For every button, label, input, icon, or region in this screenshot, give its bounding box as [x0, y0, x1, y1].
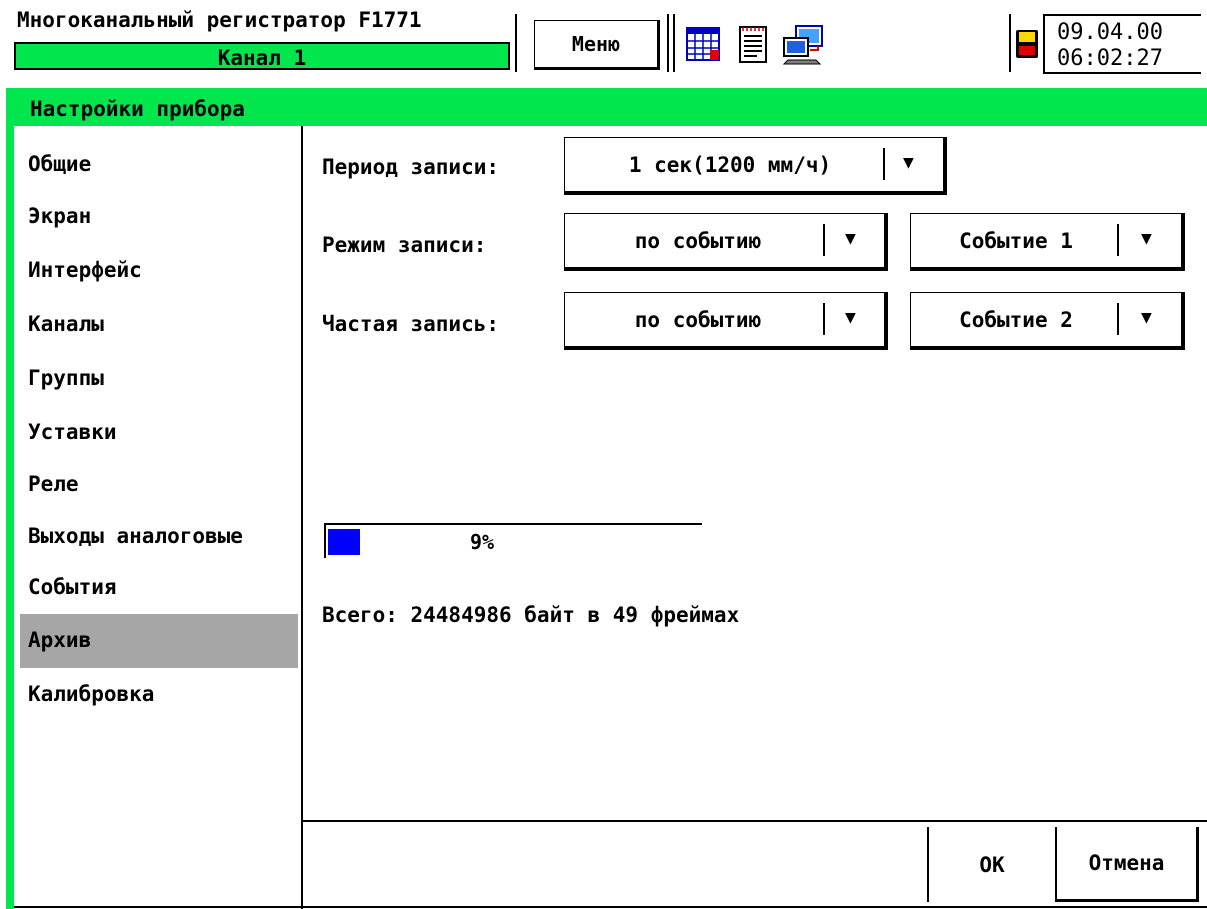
- header-divider: [673, 14, 675, 72]
- window-bottom-border: [14, 906, 1207, 908]
- dropdown-separator: [883, 148, 885, 180]
- sidebar-divider: [301, 126, 303, 909]
- record-mode-event-dropdown[interactable]: Событие 1 ▼: [910, 213, 1185, 271]
- record-mode-value: по событию: [634, 229, 762, 253]
- sidebar-item-label: Каналы: [28, 312, 104, 336]
- datetime-display: 09.04.00 06:02:27: [1043, 14, 1201, 74]
- sidebar-item-label: Общие: [28, 152, 92, 176]
- table-grid-icon[interactable]: [683, 22, 723, 66]
- header-divider: [667, 14, 669, 72]
- progress-bar-edge: [324, 523, 326, 558]
- settings-header: Настройки прибора: [6, 92, 1207, 126]
- app-title: Многоканальный регистратор F1771: [17, 8, 422, 32]
- network-transfer-icon[interactable]: [782, 22, 826, 66]
- channel-indicator: Канал 1: [14, 42, 510, 70]
- dropdown-separator: [823, 224, 825, 256]
- sidebar-item-screen[interactable]: Экран: [20, 192, 298, 244]
- record-period-value: 1 сек(1200 мм/ч): [628, 153, 832, 177]
- footer-divider: [301, 820, 1207, 822]
- sidebar-item-relays[interactable]: Реле: [20, 460, 298, 512]
- sidebar-item-interface[interactable]: Интерфейс: [20, 246, 298, 298]
- floppy-disk-icon: [1014, 22, 1040, 66]
- progress-bar-fill: [328, 529, 360, 555]
- menu-button[interactable]: Меню: [534, 20, 660, 70]
- dropdown-separator: [823, 303, 825, 335]
- sidebar-item-setpoints[interactable]: Уставки: [20, 408, 298, 460]
- document-icon[interactable]: [733, 22, 773, 66]
- frequent-record-value: по событию: [634, 308, 762, 332]
- sidebar-item-general[interactable]: Общие: [20, 140, 298, 192]
- sidebar-item-label: События: [28, 575, 117, 599]
- sidebar-item-groups[interactable]: Группы: [20, 354, 298, 406]
- sidebar-item-label: Интерфейс: [28, 258, 142, 282]
- chevron-down-icon: ▼: [845, 307, 856, 328]
- frequent-record-label: Частая запись:: [322, 312, 500, 336]
- settings-title: Настройки прибора: [30, 97, 245, 121]
- sidebar-item-label: Выходы аналоговые: [28, 524, 243, 548]
- record-mode-event-value: Событие 1: [959, 229, 1073, 253]
- sidebar-item-channels[interactable]: Каналы: [20, 300, 298, 352]
- frequent-record-dropdown[interactable]: по событию ▼: [564, 292, 888, 350]
- sidebar-item-label: Экран: [28, 204, 92, 228]
- chevron-down-icon: ▼: [1141, 228, 1152, 249]
- record-period-dropdown[interactable]: 1 сек(1200 мм/ч) ▼: [564, 137, 947, 195]
- sidebar-item-label: Группы: [28, 366, 104, 390]
- progress-bar-track: [324, 523, 702, 525]
- time-text: 06:02:27: [1057, 46, 1163, 71]
- ok-button[interactable]: ОК: [927, 827, 1055, 902]
- sidebar-item-label: Калибровка: [28, 682, 155, 706]
- sidebar-item-label: Архив: [28, 628, 92, 652]
- sidebar-item-analog-outputs[interactable]: Выходы аналоговые: [20, 512, 298, 564]
- sidebar-item-calibration[interactable]: Калибровка: [20, 670, 298, 722]
- sidebar-item-events[interactable]: События: [20, 563, 298, 615]
- record-period-label: Период записи:: [322, 155, 500, 179]
- dropdown-separator: [1117, 224, 1119, 256]
- sidebar-item-label: Реле: [28, 472, 79, 496]
- cancel-button[interactable]: Отмена: [1055, 827, 1199, 902]
- progress-percent: 9%: [470, 530, 495, 554]
- header-divider: [515, 14, 517, 72]
- frequent-record-event-value: Событие 2: [959, 308, 1073, 332]
- archive-total-text: Всего: 24484986 байт в 49 фреймах: [322, 603, 740, 627]
- sidebar-item-label: Уставки: [28, 420, 117, 444]
- record-mode-dropdown[interactable]: по событию ▼: [564, 213, 888, 271]
- sidebar-item-archive[interactable]: Архив: [20, 614, 298, 668]
- frequent-record-event-dropdown[interactable]: Событие 2 ▼: [910, 292, 1185, 350]
- dropdown-separator: [1117, 303, 1119, 335]
- date-text: 09.04.00: [1057, 20, 1163, 45]
- chevron-down-icon: ▼: [1141, 307, 1152, 328]
- record-mode-label: Режим записи:: [322, 233, 487, 257]
- channel-label: Канал 1: [217, 46, 307, 70]
- header-divider: [1009, 14, 1011, 72]
- chevron-down-icon: ▼: [845, 228, 856, 249]
- chevron-down-icon: ▼: [903, 152, 914, 173]
